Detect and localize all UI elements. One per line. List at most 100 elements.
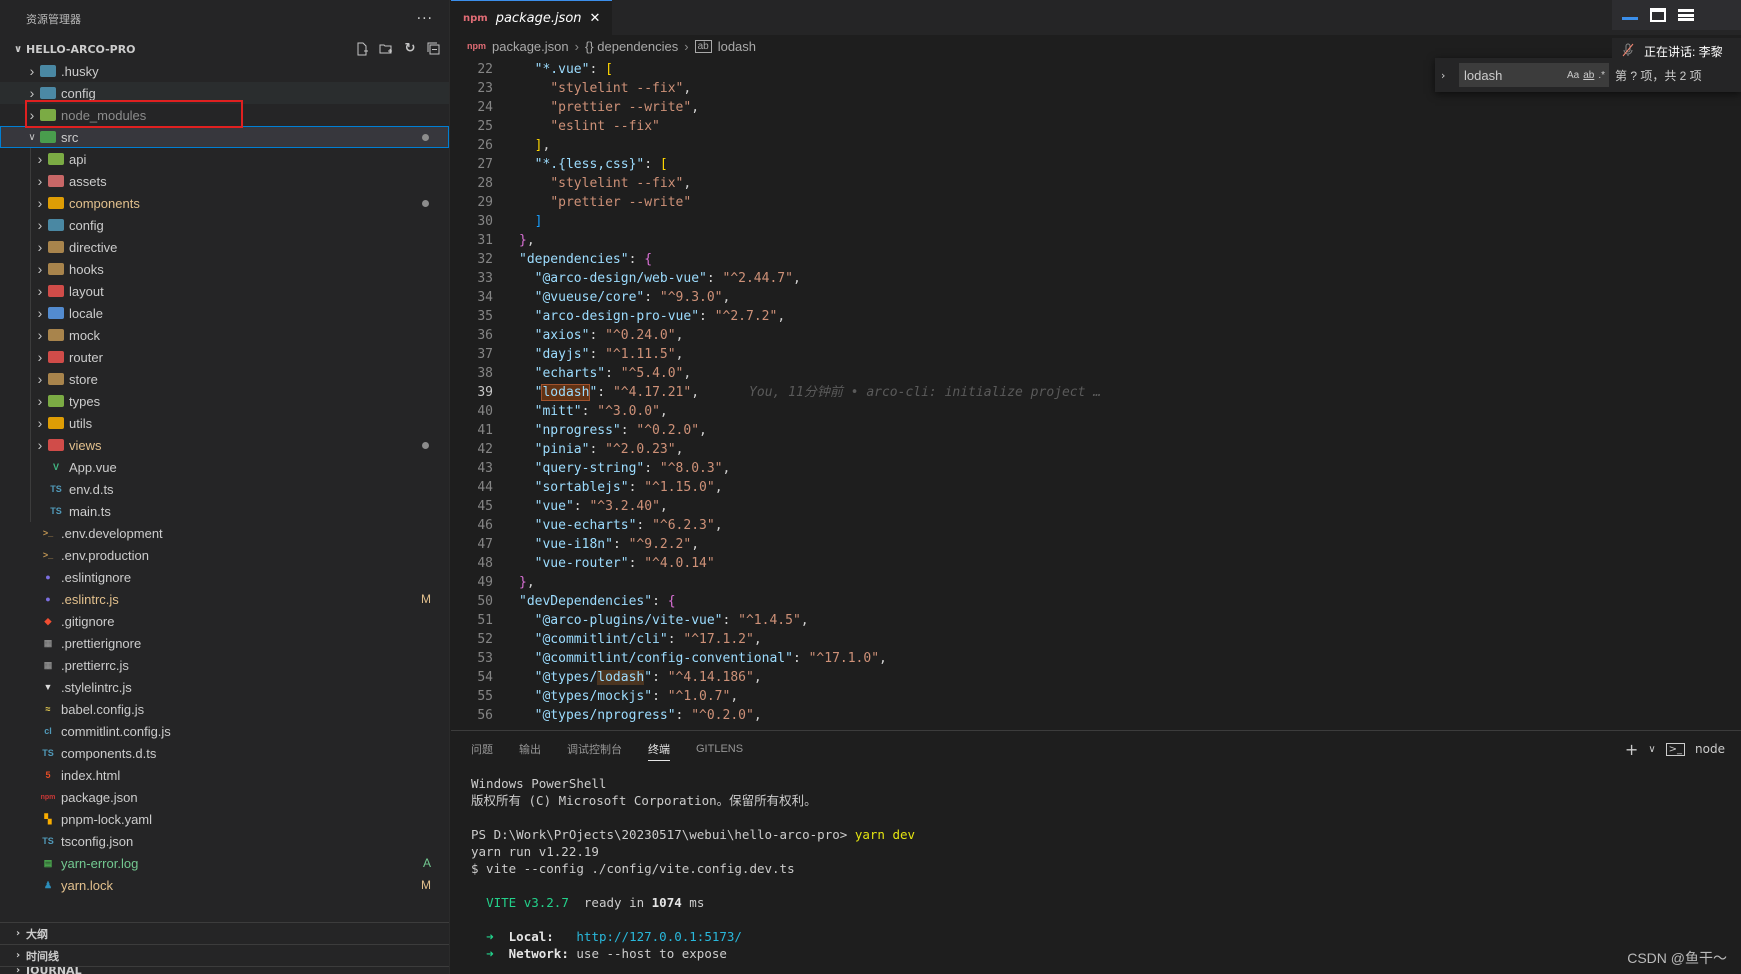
folder-assets[interactable]: › assets (0, 170, 449, 192)
terminal-output[interactable]: Windows PowerShell 版权所有 (C) Microsoft Co… (451, 767, 1741, 962)
chevron-down-icon[interactable]: ∨ (1648, 744, 1655, 755)
folder-icon (48, 152, 64, 166)
vite-ms: 1074 (651, 895, 682, 910)
add-terminal-icon[interactable]: + (1625, 740, 1638, 759)
tree-item-label: directive (69, 239, 118, 255)
timeline-section[interactable]: › 时间线 (0, 944, 449, 966)
tab-output[interactable]: 输出 (519, 731, 541, 767)
regex-icon[interactable]: .* (1598, 70, 1605, 81)
tab-terminal[interactable]: 终端 (648, 731, 670, 767)
file-package-json[interactable]: npm package.json (0, 786, 449, 808)
file-eslintignore[interactable]: ● .eslintignore (0, 566, 449, 588)
code-line-current: 39 "lodash": "^4.17.21", You, 11分钟前 • arc… (477, 384, 1102, 401)
file-env-development[interactable]: >_ .env.development (0, 522, 449, 544)
file-env-d-ts[interactable]: TS env.d.ts (0, 478, 449, 500)
file-type-icon: TS (42, 748, 54, 758)
folder-store[interactable]: › store (0, 368, 449, 390)
code-line: 32 "dependencies": { (477, 252, 653, 267)
file-main-ts[interactable]: TS main.ts (0, 500, 449, 522)
file-yarn-error-log[interactable]: ▤ yarn-error.log A (0, 852, 449, 874)
more-actions-icon[interactable]: ··· (417, 11, 433, 27)
folder-config[interactable]: › config (0, 82, 449, 104)
folder-src[interactable]: ∨ src (0, 126, 449, 148)
folder-types[interactable]: › types (0, 390, 449, 412)
code-line: 24 "prettier --write", (477, 100, 700, 115)
folder-icon (40, 64, 56, 78)
folder-views[interactable]: › views (0, 434, 449, 456)
folder-layout[interactable]: › layout (0, 280, 449, 302)
outline-section[interactable]: › 大纲 (0, 922, 449, 944)
modified-dot (422, 442, 429, 449)
breadcrumb-leaf[interactable]: lodash (718, 39, 756, 54)
tab-package-json[interactable]: npm package.json ✕ (451, 0, 613, 35)
folder-api[interactable]: › api (0, 148, 449, 170)
file-tsconfig-json[interactable]: TS tsconfig.json (0, 830, 449, 852)
folder-components[interactable]: › components (0, 192, 449, 214)
file-gitignore[interactable]: ◆ .gitignore (0, 610, 449, 632)
new-folder-icon[interactable] (379, 42, 393, 56)
file-pnpm-lock-yaml[interactable]: ▚ pnpm-lock.yaml (0, 808, 449, 830)
breadcrumb-file[interactable]: package.json (492, 39, 569, 54)
breadcrumb-section[interactable]: {} dependencies (585, 39, 678, 54)
file-stylelintrc-js[interactable]: ▼ .stylelintrc.js (0, 676, 449, 698)
chevron-right-icon[interactable]: › (1441, 69, 1453, 82)
tab-problems[interactable]: 问题 (471, 731, 493, 767)
folder-utils[interactable]: › utils (0, 412, 449, 434)
tab-debug-console[interactable]: 调试控制台 (567, 731, 622, 767)
maximize-icon[interactable] (1650, 8, 1666, 22)
project-name: HELLO-ARCO-PRO (26, 42, 136, 56)
file-env-production[interactable]: >_ .env.production (0, 544, 449, 566)
code-line: 27 "*.{less,css}": [ (477, 157, 668, 172)
collapse-all-icon[interactable] (427, 42, 441, 56)
file-app-vue[interactable]: V App.vue (0, 456, 449, 478)
npm-icon: npm (467, 41, 486, 51)
terminal-line: PS D:\Work\PrOjects\20230517\webui\hello… (471, 826, 1741, 843)
folder-husky[interactable]: › .husky (0, 60, 449, 82)
explorer-header: 资源管理器 ··· (0, 0, 449, 38)
file-type-icon: ▼ (43, 682, 53, 692)
folder-node-modules[interactable]: › node_modules (0, 104, 449, 126)
file-index-html[interactable]: 5 index.html (0, 764, 449, 786)
file-babel-config-js[interactable]: ≈ babel.config.js (0, 698, 449, 720)
project-section-header[interactable]: ∨ HELLO-ARCO-PRO ↻ (0, 38, 449, 60)
tree-item-label: yarn-error.log (61, 855, 139, 871)
folder-hooks[interactable]: › hooks (0, 258, 449, 280)
chevron-right-icon: › (37, 195, 43, 211)
folder-mock[interactable]: › mock (0, 324, 449, 346)
file-eslintrc-js[interactable]: ● .eslintrc.js M (0, 588, 449, 610)
network-label: Network: (508, 946, 569, 961)
file-yarn-lock[interactable]: ♟ yarn.lock M (0, 874, 449, 896)
file-commitlint-config-js[interactable]: cl commitlint.config.js (0, 720, 449, 742)
explorer-sidebar: 资源管理器 ··· ∨ HELLO-ARCO-PRO ↻ › .husky › con… (0, 0, 450, 974)
find-input[interactable]: lodash Aa ab .* (1459, 63, 1609, 87)
refresh-icon[interactable]: ↻ (403, 42, 417, 56)
chevron-down-icon: ∨ (28, 131, 36, 143)
tab-gitlens[interactable]: GITLENS (696, 731, 743, 767)
tree-item-label: App.vue (69, 459, 117, 475)
speaking-indicator: 正在讲话: 李黎 (1612, 38, 1741, 64)
vite-ready: ready in (568, 895, 652, 910)
close-icon[interactable]: ✕ (590, 11, 601, 26)
new-file-icon[interactable] (355, 42, 369, 56)
folder-router[interactable]: › router (0, 346, 449, 368)
code-line: 31}, (477, 233, 535, 248)
folder-directive[interactable]: › directive (0, 236, 449, 258)
code-editor[interactable]: 22 "*.vue": [ 23 "stylelint --fix", 24 "… (451, 60, 1741, 730)
terminal-name[interactable]: node (1695, 742, 1725, 756)
file-components-d-ts[interactable]: TS components.d.ts (0, 742, 449, 764)
journal-section[interactable]: › JOURNAL (0, 966, 449, 974)
local-label: Local: (508, 929, 554, 944)
local-url-link[interactable]: http://127.0.0.1:5173/ (576, 929, 742, 944)
folder-config[interactable]: › config (0, 214, 449, 236)
folder-locale[interactable]: › locale (0, 302, 449, 324)
file-prettierrc-js[interactable]: ▦ .prettierrc.js (0, 654, 449, 676)
sidebar-bottom-sections: › 大纲 › 时间线 › JOURNAL (0, 922, 449, 974)
terminal-prompt: PS D:\Work\PrOjects\20230517\webui\hello… (471, 827, 855, 842)
menu-icon[interactable] (1678, 9, 1694, 21)
match-word-icon[interactable]: ab (1583, 70, 1594, 81)
file-prettierignore[interactable]: ▦ .prettierignore (0, 632, 449, 654)
panel-actions: + ∨ >_ node (1625, 731, 1725, 767)
match-case-icon[interactable]: Aa (1567, 70, 1579, 81)
terminal-command: yarn dev (854, 827, 916, 842)
minimize-icon[interactable] (1622, 11, 1638, 20)
